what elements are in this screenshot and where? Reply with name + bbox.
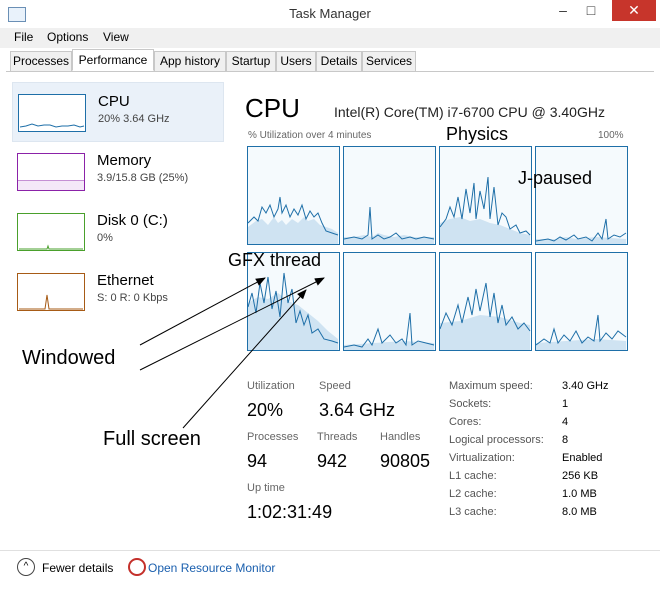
- arrow-full-screen: [182, 289, 307, 429]
- fewer-details-button[interactable]: Fewer details: [42, 561, 113, 575]
- spec-label: L2 cache:: [449, 488, 497, 500]
- resource-monitor-icon: [128, 558, 146, 576]
- speed-label: Speed: [319, 380, 351, 392]
- utilization-label: Utilization: [247, 380, 295, 392]
- spec-value: 8.0 MB: [562, 506, 597, 518]
- spec-label: Maximum speed:: [449, 380, 533, 392]
- uptime-label: Up time: [247, 482, 285, 494]
- open-resource-monitor-link[interactable]: Open Resource Monitor: [148, 561, 275, 575]
- spec-value: 1.0 MB: [562, 488, 597, 500]
- spec-value: Enabled: [562, 452, 603, 464]
- spec-label: L3 cache:: [449, 506, 497, 518]
- spec-value: 1: [562, 398, 569, 410]
- spec-label: Sockets:: [449, 398, 492, 410]
- spec-label: Cores:: [449, 416, 482, 428]
- spec-value: 8: [562, 434, 569, 446]
- handles-label: Handles: [380, 431, 421, 443]
- spec-label: L1 cache:: [449, 470, 497, 482]
- arrow-windowed-2: [139, 277, 325, 371]
- arrow-windowed-1: [139, 277, 266, 346]
- threads-value: 942: [317, 451, 348, 471]
- processes-value: 94: [247, 451, 268, 471]
- speed-value: 3.64 GHz: [319, 400, 396, 420]
- threads-label: Threads: [317, 431, 358, 443]
- spec-value: 256 KB: [562, 470, 599, 482]
- spec-label: Virtualization:: [449, 452, 515, 464]
- uptime-value: 1:02:31:49: [247, 502, 333, 522]
- spec-value: 4: [562, 416, 569, 428]
- processes-label: Processes: [247, 431, 299, 443]
- chevron-up-icon[interactable]: ^: [17, 558, 35, 576]
- spec-value: 3.40 GHz: [562, 380, 609, 392]
- utilization-value: 20%: [247, 400, 284, 420]
- handles-value: 90805: [380, 451, 431, 471]
- spec-label: Logical processors:: [449, 434, 544, 446]
